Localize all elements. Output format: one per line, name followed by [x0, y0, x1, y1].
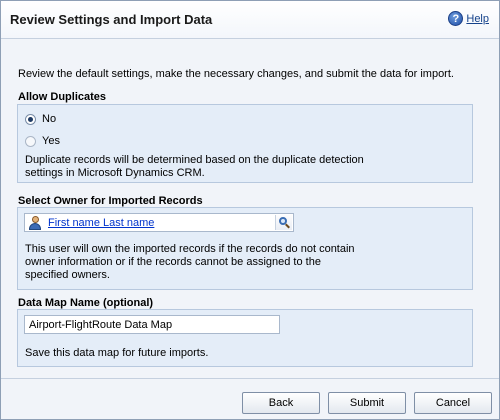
- submit-button[interactable]: Submit: [328, 392, 406, 414]
- radio-yes-label[interactable]: Yes: [42, 135, 60, 147]
- dialog-title: Review Settings and Import Data: [10, 12, 213, 27]
- intro-text: Review the default settings, make the ne…: [18, 68, 454, 80]
- owner-description: This user will own the imported records …: [25, 243, 355, 281]
- radio-option-yes[interactable]: Yes: [25, 135, 60, 147]
- user-icon: [28, 215, 42, 230]
- data-map-panel: Save this data map for future imports.: [17, 309, 473, 367]
- lookup-button[interactable]: [275, 215, 292, 230]
- duplicates-description: Duplicate records will be determined bas…: [25, 154, 364, 179]
- data-map-description: Save this data map for future imports.: [25, 347, 209, 359]
- allow-duplicates-panel: No Yes Duplicate records will be determi…: [17, 104, 473, 183]
- lookup-icon[interactable]: [278, 216, 290, 229]
- cancel-button[interactable]: Cancel: [414, 392, 492, 414]
- owner-lookup-field[interactable]: First name Last name: [24, 213, 294, 232]
- back-button[interactable]: Back: [242, 392, 320, 414]
- help-icon[interactable]: ?: [448, 11, 464, 26]
- owner-link[interactable]: First name Last name: [48, 217, 154, 229]
- radio-no[interactable]: [25, 113, 36, 125]
- data-map-heading: Data Map Name (optional): [18, 297, 154, 309]
- import-dialog: Review Settings and Import Data ? Help R…: [0, 0, 500, 420]
- owner-heading: Select Owner for Imported Records: [18, 195, 203, 207]
- dialog-footer: Back Submit Cancel: [1, 378, 499, 419]
- dialog-header: Review Settings and Import Data ? Help: [1, 1, 499, 39]
- help-label[interactable]: Help: [466, 13, 489, 25]
- owner-panel: First name Last name This user will own …: [17, 207, 473, 290]
- help-link[interactable]: ? Help: [448, 11, 489, 26]
- radio-option-no[interactable]: No: [25, 113, 56, 125]
- data-map-name-input[interactable]: [24, 315, 280, 334]
- radio-yes[interactable]: [25, 135, 36, 147]
- radio-no-label[interactable]: No: [42, 113, 56, 125]
- allow-duplicates-heading: Allow Duplicates: [18, 91, 107, 103]
